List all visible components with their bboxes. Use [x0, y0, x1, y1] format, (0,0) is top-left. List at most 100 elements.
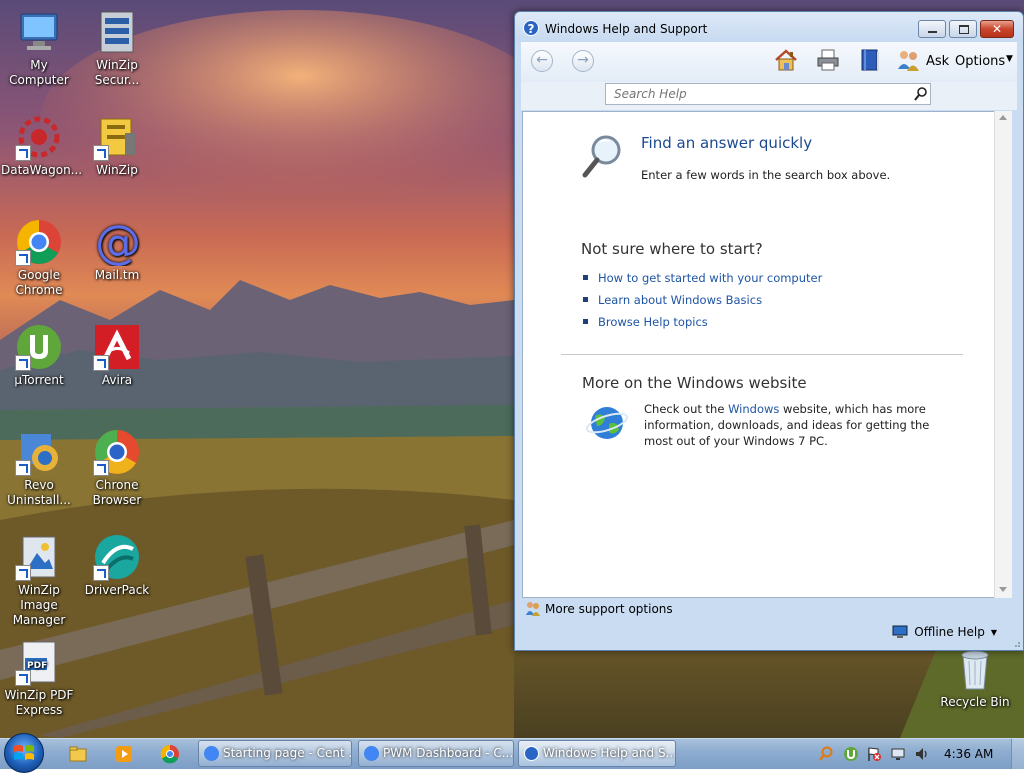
system-tray: 4:36 AM — [808, 739, 1024, 769]
home-icon[interactable] — [773, 47, 799, 73]
taskbar: Starting page - Cent ... PWM Dashboard -… — [0, 733, 1024, 773]
pinned-media-player[interactable] — [106, 742, 142, 766]
svg-text:@: @ — [95, 218, 141, 266]
clock[interactable]: 4:36 AM — [944, 747, 993, 761]
chrome-icon — [160, 744, 179, 764]
help-toolbar: ← → Ask Options ▼ — [521, 42, 1017, 82]
desktop-icon-label: DriverPack — [84, 583, 150, 597]
help-app-icon: ? — [523, 20, 539, 36]
taskbar-button-pwm-dashboard[interactable]: PWM Dashboard - C... — [358, 740, 514, 767]
desktop-icon-label: Mail.tm — [94, 268, 140, 282]
pinned-chrome[interactable] — [152, 742, 188, 766]
section-divider — [561, 354, 963, 355]
winzip-pdf-express-icon[interactable]: PDF WinZip PDF Express — [1, 638, 77, 718]
chevron-down-icon[interactable]: ▼ — [1006, 54, 1013, 64]
windows-website-text: Check out the Windows website, which has… — [644, 401, 954, 449]
bullet-icon — [583, 275, 588, 280]
avira-icon[interactable]: Avira — [79, 323, 155, 388]
link-browse-topics[interactable]: Browse Help topics — [581, 315, 708, 329]
magnifier-icon — [582, 135, 621, 178]
scroll-down-icon[interactable] — [999, 587, 1007, 592]
link-get-started[interactable]: How to get started with your computer — [581, 271, 822, 285]
options-menu[interactable]: Options — [955, 54, 1005, 69]
winzip-image-manager-icon[interactable]: WinZip Image Manager — [1, 533, 77, 628]
chevron-down-icon[interactable]: ▼ — [991, 628, 997, 637]
link-label[interactable]: How to get started with your computer — [598, 271, 822, 285]
bullet-icon — [583, 297, 588, 302]
ask-label[interactable]: Ask — [926, 54, 949, 69]
utorrent-icon[interactable]: µTorrent — [1, 323, 77, 388]
browse-help-icon[interactable] — [857, 47, 883, 73]
print-icon[interactable] — [815, 47, 841, 73]
scroll-up-icon[interactable] — [999, 115, 1007, 120]
windows-website-link[interactable]: Windows — [728, 402, 779, 416]
window-titlebar[interactable]: ? Windows Help and Support ✕ — [515, 12, 1023, 42]
maximize-button[interactable] — [949, 20, 977, 38]
vertical-scrollbar[interactable] — [994, 111, 1012, 598]
support-label[interactable]: More support options — [545, 602, 673, 616]
desktop-icon-label: Avira — [101, 373, 133, 387]
desktop-icon-label: Google Chrome — [15, 268, 63, 297]
recycle-bin-icon[interactable]: Recycle Bin — [937, 645, 1013, 710]
window-title: Windows Help and Support — [545, 22, 708, 36]
driverpack-icon[interactable]: DriverPack — [79, 533, 155, 598]
action-center-flag-icon[interactable] — [866, 746, 882, 762]
desktop-icon-label: DataWagon... — [1, 163, 83, 177]
search-bar — [521, 82, 1017, 110]
computer-icon — [892, 625, 908, 638]
show-desktop-button[interactable] — [1011, 739, 1024, 769]
task-label: Starting page - Cent ... — [223, 746, 352, 760]
chrone-browser-icon[interactable]: Chrone Browser — [79, 428, 155, 508]
not-sure-heading: Not sure where to start? — [581, 240, 763, 258]
close-button[interactable]: ✕ — [980, 20, 1014, 38]
search-icon[interactable] — [913, 86, 929, 102]
globe-icon — [585, 407, 629, 439]
minimize-button[interactable] — [918, 20, 946, 38]
pinned-explorer[interactable] — [60, 742, 96, 766]
desktop-icon-label: WinZip Image Manager — [12, 583, 66, 627]
datawagon-icon[interactable]: DataWagon... — [1, 113, 82, 178]
search-icon[interactable] — [818, 746, 834, 762]
support-people-icon — [526, 602, 540, 616]
desktop-icon-label: WinZip Secur... — [94, 58, 140, 87]
my-computer-icon[interactable]: My Computer — [1, 8, 77, 88]
offline-help-menu[interactable]: Offline Help ▼ — [892, 624, 997, 644]
desktop-icon-label: Chrone Browser — [92, 478, 142, 507]
ask-icon[interactable] — [895, 47, 921, 73]
more-support-options[interactable]: More support options — [521, 598, 1017, 620]
taskbar-button-help[interactable]: Windows Help and S... — [518, 740, 676, 767]
desktop-icon-label: WinZip PDF Express — [4, 688, 74, 717]
find-answer-subtext: Enter a few words in the search box abov… — [641, 168, 891, 182]
web-text-before: Check out the — [644, 402, 729, 416]
link-label[interactable]: Learn about Windows Basics — [598, 293, 762, 307]
link-windows-basics[interactable]: Learn about Windows Basics — [581, 293, 762, 307]
revo-uninstaller-icon[interactable]: Revo Uninstall... — [1, 428, 77, 508]
winzip-icon[interactable]: WinZip — [79, 113, 155, 178]
task-label: PWM Dashboard - C... — [383, 746, 514, 760]
bullet-icon — [583, 319, 588, 324]
forward-button[interactable]: → — [572, 50, 594, 72]
chrome-icon — [364, 746, 379, 761]
resize-grip-icon[interactable] — [1011, 638, 1021, 648]
find-answer-heading: Find an answer quickly — [641, 134, 813, 152]
start-button[interactable] — [4, 733, 44, 773]
google-chrome-icon[interactable]: Google Chrome — [1, 218, 77, 298]
desktop-icon-label: WinZip — [96, 163, 138, 177]
winzip-secure-icon[interactable]: WinZip Secur... — [79, 8, 155, 88]
mailtm-icon[interactable]: @ Mail.tm — [79, 215, 155, 283]
back-button[interactable]: ← — [531, 50, 553, 72]
utorrent-tray-icon[interactable] — [843, 746, 859, 762]
help-and-support-window: ? Windows Help and Support ✕ ← → Ask Opt… — [514, 11, 1024, 651]
taskbar-button-browser[interactable]: Starting page - Cent ... — [198, 740, 352, 767]
search-input[interactable] — [605, 83, 931, 105]
chrome-icon — [204, 746, 219, 761]
desktop-icon-label: Recycle Bin — [940, 695, 1010, 709]
volume-icon[interactable] — [914, 746, 930, 762]
network-icon[interactable] — [890, 746, 906, 762]
offline-help-label[interactable]: Offline Help — [914, 625, 985, 639]
windows-logo-icon — [14, 745, 34, 760]
task-label: Windows Help and S... — [543, 746, 676, 760]
folder-icon — [69, 746, 87, 762]
help-icon — [524, 746, 539, 761]
link-label[interactable]: Browse Help topics — [598, 315, 708, 329]
